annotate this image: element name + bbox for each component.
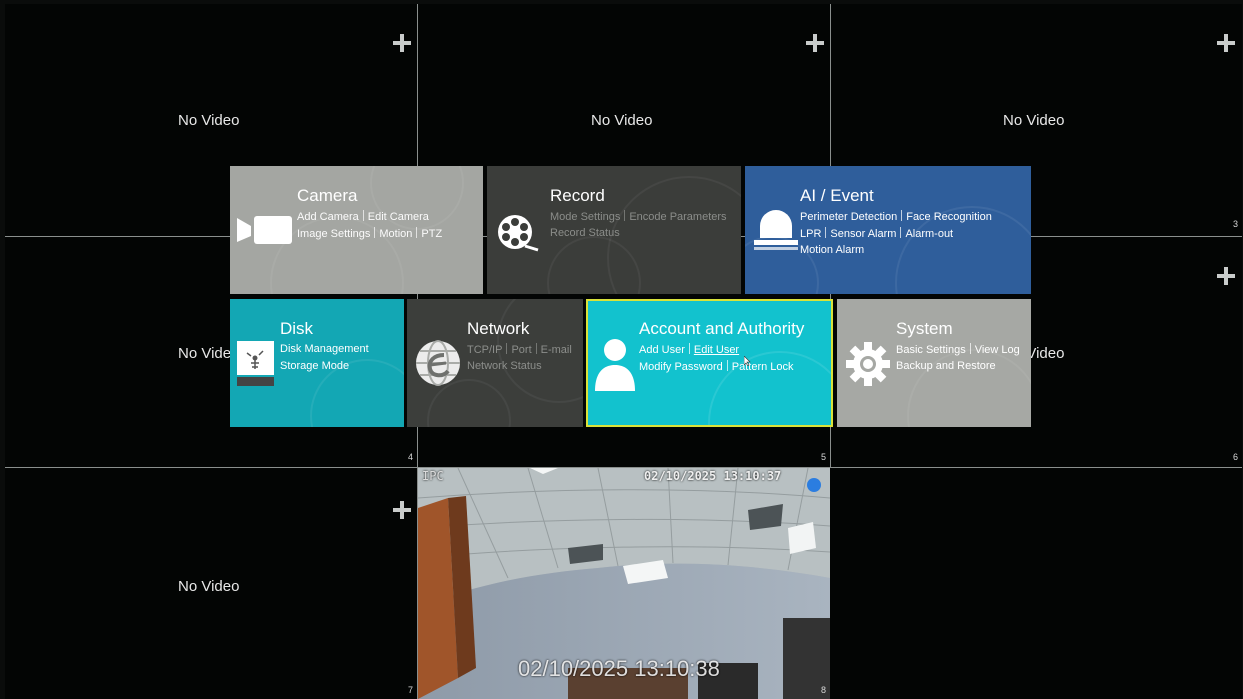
tile-links: Mode Settings Encode Parameters: [550, 210, 727, 223]
tile-title: AI / Event: [800, 186, 874, 205]
link-add-camera[interactable]: Add Camera: [297, 211, 359, 223]
link-sensor-alarm[interactable]: Sensor Alarm: [830, 228, 896, 240]
link-basic-settings[interactable]: Basic Settings: [896, 344, 966, 356]
source-label: IPC: [422, 469, 444, 483]
globe-icon: [414, 339, 462, 387]
link-perimeter-detection[interactable]: Perimeter Detection: [800, 211, 897, 223]
gear-icon: [845, 341, 891, 387]
link-mode-settings[interactable]: Mode Settings: [550, 211, 620, 223]
link-modify-password[interactable]: Modify Password: [639, 361, 723, 373]
channel-9[interactable]: [831, 468, 1242, 699]
tile-title: System: [896, 319, 953, 338]
tile-links: Modify Password Pattern Lock: [639, 360, 794, 373]
menu-tile-account-authority[interactable]: Account and Authority Add User Edit User …: [586, 299, 833, 427]
menu-tile-system[interactable]: System Basic Settings View Log Backup and…: [837, 299, 1031, 427]
menu-tile-record[interactable]: Record Mode Settings Encode Parameters Re…: [487, 166, 741, 294]
tile-title: Account and Authority: [639, 319, 805, 338]
channel-number: 5: [820, 452, 826, 462]
add-camera-icon[interactable]: [1217, 267, 1235, 285]
link-ptz[interactable]: PTZ: [421, 228, 442, 240]
link-edit-user[interactable]: Edit User: [694, 344, 739, 356]
tile-links: Add User Edit User: [639, 343, 739, 356]
link-tcp-ip[interactable]: TCP/IP: [467, 344, 502, 356]
channel-7[interactable]: No Video 7: [5, 468, 418, 699]
link-network-status[interactable]: Network Status: [467, 360, 542, 372]
link-motion[interactable]: Motion: [379, 228, 412, 240]
live-camera-feed[interactable]: IPC 02/10/2025 13:10:37 02/10/2025 13:10…: [418, 468, 830, 699]
tile-links: Perimeter Detection Face Recognition: [800, 210, 992, 223]
link-lpr[interactable]: LPR: [800, 228, 821, 240]
tile-links: Basic Settings View Log: [896, 343, 1020, 356]
link-view-log[interactable]: View Log: [975, 344, 1020, 356]
tile-links: Image Settings Motion PTZ: [297, 227, 442, 240]
link-motion-alarm[interactable]: Motion Alarm: [800, 244, 864, 256]
tile-links: LPR Sensor Alarm Alarm-out: [800, 227, 953, 240]
link-encode-parameters[interactable]: Encode Parameters: [629, 211, 726, 223]
add-camera-icon[interactable]: [806, 34, 824, 52]
add-camera-icon[interactable]: [393, 501, 411, 519]
link-storage-mode[interactable]: Storage Mode: [280, 360, 349, 372]
film-reel-icon: [495, 212, 539, 252]
user-icon: [594, 337, 636, 391]
tile-title: Record: [550, 186, 605, 205]
link-disk-management[interactable]: Disk Management: [280, 343, 369, 355]
channel-number: 3: [1232, 219, 1238, 229]
link-backup-restore[interactable]: Backup and Restore: [896, 360, 996, 372]
no-video-label: No Video: [1003, 112, 1065, 129]
tile-links: Add Camera Edit Camera: [297, 210, 429, 223]
add-camera-icon[interactable]: [1217, 34, 1235, 52]
dvr-screen: No Video No Video No Video 3 No Video 4 …: [0, 0, 1243, 699]
alarm-light-icon: [752, 208, 800, 252]
link-face-recognition[interactable]: Face Recognition: [906, 211, 992, 223]
channel-number: 8: [820, 685, 826, 695]
tile-title: Network: [467, 319, 530, 338]
camera-icon: [237, 214, 293, 246]
tile-title: Disk: [280, 319, 314, 338]
add-camera-icon[interactable]: [393, 34, 411, 52]
link-add-user[interactable]: Add User: [639, 344, 685, 356]
tile-links: Motion Alarm: [800, 244, 864, 256]
bottom-timestamp: 02/10/2025 13:10:38: [518, 656, 720, 681]
link-image-settings[interactable]: Image Settings: [297, 228, 370, 240]
no-video-label: No Video: [178, 578, 240, 595]
tile-title: Camera: [297, 186, 358, 205]
link-pattern-lock[interactable]: Pattern Lock: [732, 361, 794, 373]
link-record-status[interactable]: Record Status: [550, 227, 620, 239]
menu-tile-disk[interactable]: Disk Disk Management Storage Mode: [230, 299, 404, 427]
tile-links: Record Status: [550, 227, 620, 239]
channel-number: 7: [407, 685, 413, 695]
no-video-label: No Video: [591, 112, 653, 129]
link-alarm-out[interactable]: Alarm-out: [905, 228, 953, 240]
disk-icon: [237, 341, 275, 387]
channel-number: 6: [1232, 452, 1238, 462]
channel-number: 4: [407, 452, 413, 462]
menu-tile-ai-event[interactable]: AI / Event Perimeter Detection Face Recog…: [745, 166, 1031, 294]
no-video-label: No Video: [178, 112, 240, 129]
osd-timestamp: 02/10/2025 13:10:37: [644, 469, 782, 483]
link-email[interactable]: E-mail: [541, 344, 572, 356]
link-port[interactable]: Port: [511, 344, 531, 356]
mouse-cursor-icon: [743, 353, 752, 367]
menu-tile-camera[interactable]: Camera Add Camera Edit Camera Image Setti…: [230, 166, 483, 294]
link-edit-camera[interactable]: Edit Camera: [368, 211, 429, 223]
menu-tile-network[interactable]: Network TCP/IP Port E-mail Network Status: [407, 299, 583, 427]
tile-links: TCP/IP Port E-mail: [467, 343, 572, 356]
